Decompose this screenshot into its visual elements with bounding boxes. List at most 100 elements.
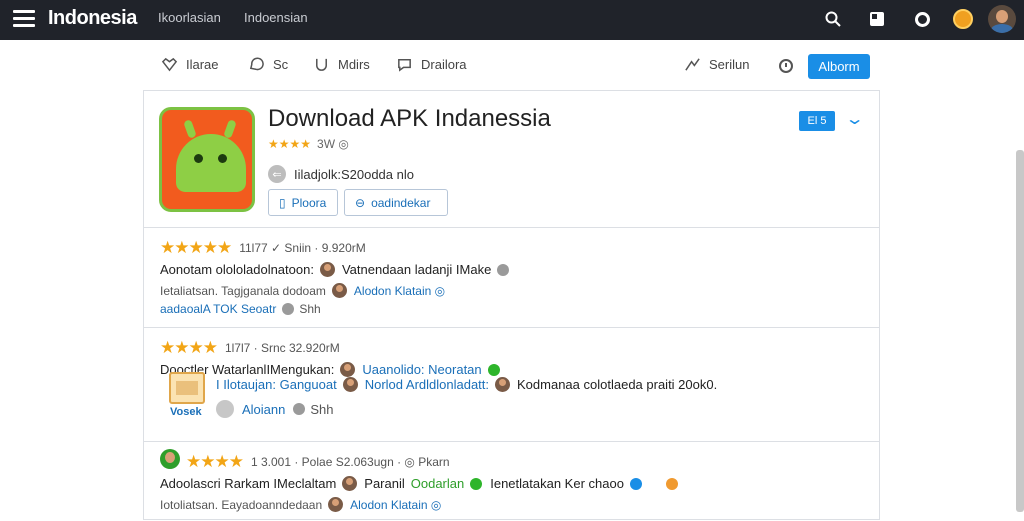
app-title: Download APK Indanessia (268, 105, 551, 132)
review-item: ★★★★ 1 3.001 · Polae S2.063ugn · ◎ Pkarn… (144, 441, 879, 521)
voucher-icon[interactable] (169, 372, 205, 404)
review-stars: ★★★★★ (160, 238, 232, 257)
subnav-item-ilarae[interactable]: Ilarae (161, 56, 219, 73)
pin-icon (293, 403, 306, 415)
review-line: I Ilotaujan: Ganguoat Norlod Ardldlonlad… (216, 377, 717, 392)
brand-logo[interactable]: Indonesia (48, 7, 137, 30)
badge-icon (665, 477, 678, 490)
primary-button[interactable]: Alborm (808, 54, 870, 79)
comment-icon (398, 59, 411, 72)
review-text: Adoolascri Rarkam IMeclaltam (160, 476, 337, 491)
review-text: Ienetlatakan Ker chaoo (490, 476, 624, 491)
doc-icon: ▯ (279, 195, 286, 210)
rating-text: 3W ◎ (317, 137, 349, 151)
ploora-button[interactable]: ▯ Ploora (268, 189, 338, 216)
clock-icon[interactable] (779, 59, 793, 73)
subnav-label: Mdirs (338, 57, 370, 72)
scrollbar[interactable] (1016, 150, 1024, 512)
topnav-link-1[interactable]: Ikoorlasian (158, 10, 221, 25)
app-meta-text: Iiladjolk:S20odda nlo (294, 166, 414, 182)
pin-icon (282, 303, 295, 315)
review-meta: 1l7l7 · Srnc 32.920rM (224, 341, 340, 355)
review-header: ★★★★★ 11l77 ✓ Sniin · 9.920rM (160, 238, 366, 258)
user-link[interactable]: Alodon Klatain ◎ (350, 498, 441, 512)
user-link[interactable]: Uaanolido: Neoratan (362, 362, 481, 377)
review-line: Iotoliatsan. Eayadoanndedaan Alodon Klat… (160, 497, 441, 512)
user-avatar[interactable] (331, 283, 347, 298)
review-line: aadaoalA TOK Seoatr Shh (160, 302, 321, 316)
subnav-label: Serilun (709, 57, 750, 72)
user-link[interactable]: Aloiann (242, 402, 285, 417)
rating-stars: ★★★★ (268, 137, 312, 151)
review-meta: 11l77 ✓ Sniin · 9.920rM (239, 241, 366, 255)
review-link[interactable]: I Ilotaujan: Ganguoat (216, 377, 337, 392)
review-line: Adoolascri Rarkam IMeclaltam Paranil Ood… (160, 476, 678, 491)
user-avatar[interactable] (340, 362, 356, 377)
app-card: Download APK Indanessia ★★★★ 3W ◎ ⇐ Iila… (143, 90, 880, 520)
avatar[interactable] (988, 5, 1016, 33)
shield-icon (316, 58, 327, 71)
oadindekar-button[interactable]: ⊖ oadindekar (344, 189, 448, 216)
location-icon (216, 400, 234, 418)
subnav-label: Ilarae (186, 57, 219, 72)
review-text: Paranil (364, 476, 405, 491)
review-text: Aonotam olololadolnatoon: (160, 262, 314, 277)
verified-icon (470, 477, 483, 490)
status-link[interactable]: Oodarlan (411, 476, 464, 491)
circle-icon: ⊖ (355, 195, 366, 210)
chevron-down-icon[interactable]: ⌄ (845, 109, 865, 129)
review-stars: ★★★★ (186, 452, 244, 471)
ploora-label: Ploora (291, 195, 327, 210)
user-link[interactable]: Alodon Klatain ◎ (354, 284, 445, 298)
heart-icon (161, 57, 178, 72)
review-text: Kodmanaa colotlaeda praiti 20ok0. (517, 377, 718, 392)
user-avatar[interactable] (328, 497, 344, 512)
review-line: Ietaliatsan. Tagjganala dodoam Alodon Kl… (160, 283, 445, 298)
review-text: Vatnendaan ladanji IMake (341, 262, 492, 277)
user-avatar[interactable] (342, 476, 358, 491)
back-arrow-icon[interactable]: ⇐ (268, 165, 286, 183)
app-meta: ⇐ Iiladjolk:S20odda nlo (268, 165, 414, 183)
ring-icon[interactable] (911, 8, 933, 30)
review-item: ★★★★★ 11l77 ✓ Sniin · 9.920rM Aonotam ol… (144, 227, 879, 327)
review-text: Iotoliatsan. Eayadoanndedaan (160, 497, 323, 512)
review-header: ★★★★ 1l7l7 · Srnc 32.920rM (160, 338, 340, 358)
app-rating: ★★★★ 3W ◎ (268, 137, 349, 151)
check-icon (629, 477, 642, 490)
review-text: Shh (299, 302, 321, 316)
review-stars: ★★★★ (160, 338, 218, 357)
app-icon (159, 107, 255, 212)
reviewer-avatar[interactable] (160, 449, 180, 469)
review-text: Shh (310, 401, 334, 417)
user-avatar[interactable] (319, 262, 335, 277)
review-meta: 1 3.001 · Polae S2.063ugn · ◎ Pkarn (250, 455, 450, 469)
subnav-item-drailora[interactable]: Drailora (396, 56, 467, 73)
coin-icon[interactable] (952, 8, 974, 30)
review-item: ★★★★ 1l7l7 · Srnc 32.920rM Dooctler Wata… (144, 327, 879, 441)
grid-icon[interactable] (866, 8, 888, 30)
search-icon[interactable] (822, 8, 844, 30)
share-icon (685, 58, 700, 71)
review-line: Aloiann Shh (216, 400, 334, 418)
sub-nav: Ilarae Sc Mdirs Drailora Serilun Alborm (143, 44, 880, 86)
verified-icon (487, 363, 500, 376)
voucher-label[interactable]: Vosek (170, 406, 202, 418)
review-line: Aonotam olololadolnatoon: Vatnendaan lad… (160, 262, 510, 277)
topnav-link-2[interactable]: Indoensian (244, 10, 308, 25)
user-avatar[interactable] (495, 377, 511, 392)
subnav-item-sc[interactable]: Sc (248, 56, 288, 73)
review-line: Dooctler WatarlanlIMengukan: Uaanolido: … (160, 362, 500, 377)
info-icon[interactable] (497, 263, 510, 276)
subnav-label: Drailora (421, 57, 467, 72)
tag-button[interactable]: El 5 (799, 111, 835, 131)
subnav-label: Sc (273, 57, 289, 72)
chat-icon (249, 57, 264, 71)
top-bar: Indonesia Ikoorlasian Indoensian (0, 0, 1024, 40)
oadindekar-label: oadindekar (371, 195, 431, 210)
review-link[interactable]: aadaoalA TOK Seoatr (160, 302, 276, 316)
user-link[interactable]: Norlod Ardldlonladatt: (365, 377, 489, 392)
menu-icon[interactable] (13, 10, 35, 28)
user-avatar[interactable] (342, 377, 358, 392)
subnav-item-serilun[interactable]: Serilun (684, 56, 749, 73)
subnav-item-mdirs[interactable]: Mdirs (313, 56, 370, 73)
